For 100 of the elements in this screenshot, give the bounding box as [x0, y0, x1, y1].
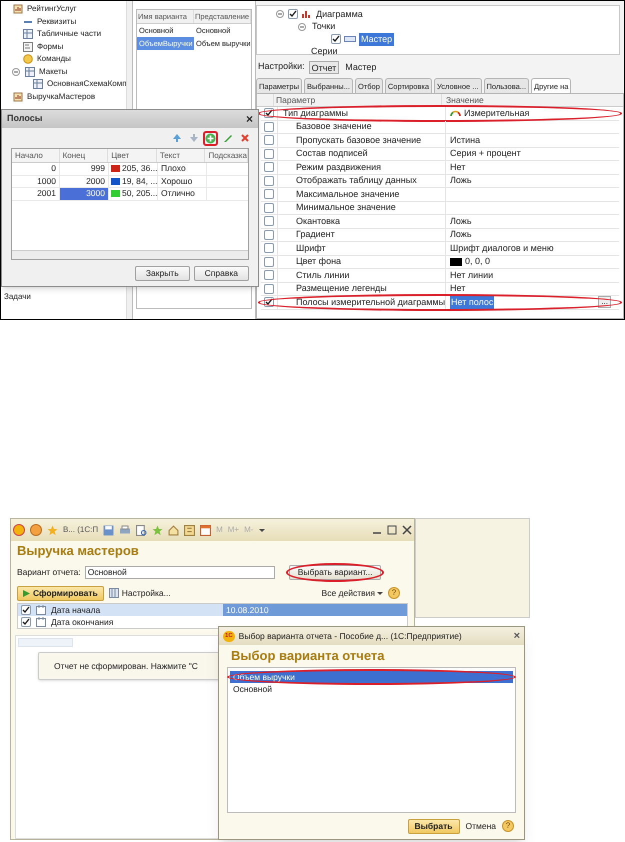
bar-chart-icon	[301, 9, 311, 20]
down-arrow-icon[interactable]	[188, 133, 198, 143]
checkbox[interactable]	[264, 216, 274, 226]
table-cell: 205, 36...	[122, 162, 158, 176]
table-cell: 1000	[37, 174, 56, 188]
collapse-icon[interactable]	[276, 10, 284, 18]
settings-tab[interactable]: Мастер	[343, 60, 378, 74]
help-button[interactable]: ?	[388, 587, 400, 599]
tree-item[interactable]: ОсновнаяСхемаКомп	[47, 78, 127, 90]
tree-item[interactable]: Диаграмма	[314, 8, 365, 21]
generate-button[interactable]: Сформировать	[17, 586, 104, 600]
dialog-title: Полосы	[7, 112, 42, 126]
tree-item[interactable]: Мастер	[359, 32, 394, 46]
checkbox[interactable]	[264, 108, 274, 118]
up-arrow-icon[interactable]	[172, 133, 182, 143]
value-text: Серия + процент	[450, 147, 521, 160]
checkbox[interactable]	[288, 9, 298, 20]
collapse-icon[interactable]	[298, 22, 306, 31]
choose-button[interactable]: ...	[598, 296, 611, 308]
checkbox[interactable]	[264, 284, 274, 294]
all-actions-menu[interactable]: Все действия	[322, 586, 383, 600]
checkbox[interactable]	[264, 176, 274, 186]
dialog-title: Выбор варианта отчета - Пособие д... (1С:Предприятие)	[238, 630, 463, 642]
checkbox[interactable]	[264, 162, 274, 172]
variant-field[interactable]: Основной	[84, 566, 275, 578]
value-text: Нет линии	[450, 268, 494, 282]
play-icon	[23, 590, 30, 596]
preview-icon[interactable]	[136, 524, 148, 536]
collapse-icon[interactable]	[12, 68, 20, 76]
pencil-icon[interactable]	[222, 133, 232, 143]
value-text[interactable]: Нет полос	[450, 296, 494, 309]
tree-item[interactable]: ВыручкаМастеров	[27, 90, 96, 103]
table-cell: Хорошо	[161, 174, 192, 188]
checkbox[interactable]	[264, 148, 274, 159]
column-header[interactable]: Подсказка	[208, 150, 247, 162]
checkbox[interactable]	[21, 605, 31, 615]
parameter-name: Режим раздвижения	[296, 160, 382, 174]
tree-item[interactable]: Серии	[309, 45, 340, 58]
dropdown-icon[interactable]	[258, 526, 266, 534]
horizontal-scrollbar[interactable]	[12, 250, 248, 259]
parameter-name: Дата начала	[51, 604, 100, 616]
value-text: Измерительная	[464, 106, 530, 120]
select-button[interactable]: Выбрать	[408, 818, 460, 834]
value-text: Ложь	[450, 228, 472, 241]
calendar-icon[interactable]	[200, 524, 212, 536]
dialog-button[interactable]: Справка	[194, 266, 249, 280]
menu-icon[interactable]	[30, 524, 42, 536]
close-button[interactable]: ×	[514, 630, 520, 642]
checkbox[interactable]	[264, 270, 274, 280]
table-cell: 50, 205...	[122, 187, 158, 200]
tree-item[interactable]: Реквизиты	[37, 16, 76, 28]
delete-icon[interactable]	[240, 133, 250, 143]
logo-icon[interactable]	[13, 524, 25, 536]
home-icon[interactable]	[168, 524, 180, 536]
settings-tab[interactable]: Отчет	[308, 60, 340, 74]
checkbox[interactable]	[264, 243, 274, 254]
printer-icon[interactable]	[119, 524, 132, 536]
column-header[interactable]: Начало	[15, 150, 43, 162]
add-icon[interactable]	[205, 132, 216, 144]
checkbox[interactable]	[264, 297, 274, 308]
checkbox[interactable]	[264, 230, 274, 240]
settings-button[interactable]: Настройка...	[108, 586, 171, 600]
choose-variant-button[interactable]: Выбрать вариант...	[288, 564, 382, 580]
report-icon	[13, 4, 23, 14]
report-icon	[13, 92, 23, 102]
checkbox[interactable]	[331, 34, 341, 44]
tree-item[interactable]: РейтингУслуг	[27, 3, 77, 16]
close-icon[interactable]	[402, 525, 412, 535]
maximize-icon[interactable]	[387, 525, 397, 535]
checkbox[interactable]	[264, 135, 274, 146]
checkbox[interactable]	[264, 202, 274, 213]
tree-item[interactable]: Табличные части	[37, 28, 102, 40]
tree-item[interactable]: Точки	[310, 20, 338, 34]
cancel-link[interactable]: Отмена	[466, 820, 496, 832]
grid-icon	[25, 66, 35, 77]
tree-item[interactable]: Макеты	[39, 66, 68, 78]
tree-item[interactable]: Команды	[37, 53, 71, 66]
checkbox[interactable]	[264, 256, 274, 267]
close-button[interactable]: ×	[246, 113, 253, 125]
column-header[interactable]: Текст	[160, 150, 180, 162]
help-button[interactable]: ?	[502, 820, 514, 832]
dialog-button[interactable]: Закрыть	[134, 266, 190, 280]
tree-item[interactable]: Формы	[37, 40, 64, 53]
checkbox[interactable]	[264, 189, 274, 200]
list-item[interactable]: Основной	[230, 683, 513, 695]
tree-item[interactable]: Задачи	[4, 292, 31, 301]
value-text: Нет	[450, 160, 466, 174]
parameter-name: Полосы измерительной диаграммы	[296, 296, 446, 309]
grid-icon	[33, 79, 43, 90]
star-icon[interactable]	[47, 524, 58, 536]
checkbox[interactable]	[264, 122, 274, 132]
column-header[interactable]: Конец	[62, 150, 86, 162]
table-cell: Отлично	[161, 187, 195, 200]
caret-icon	[377, 590, 383, 596]
column-header[interactable]: Параметр	[276, 94, 316, 106]
value-text: 0, 0, 0	[465, 255, 490, 268]
column-header[interactable]: Значение	[446, 94, 484, 106]
save-icon[interactable]	[103, 524, 114, 536]
column-header[interactable]: Цвет	[111, 150, 130, 162]
checkbox[interactable]	[21, 617, 31, 627]
